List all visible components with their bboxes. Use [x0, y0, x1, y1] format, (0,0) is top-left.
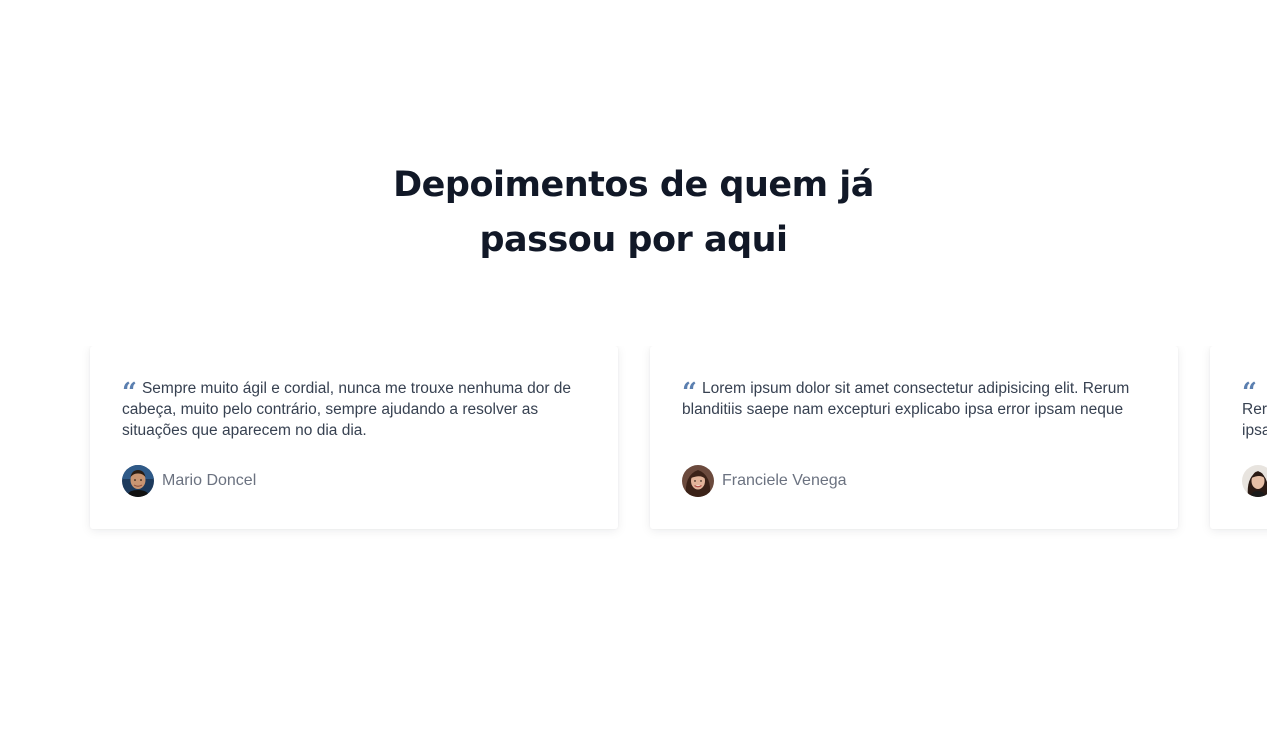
section-title-line-1: Depoimentos de quem já: [393, 165, 874, 205]
testimonial-card: “Sempre muito ágil e cordial, nunca me t…: [90, 346, 618, 529]
testimonial-text-line-2: ipsa: [1242, 422, 1267, 439]
section-title: Depoimentos de quem já passou por aqui: [0, 158, 1267, 268]
testimonial-text: Lorem ipsum dolor sit amet consectetur a…: [682, 380, 1130, 418]
avatar-woman-icon: [1242, 465, 1267, 497]
testimonial-author: Mario Doncel: [122, 465, 256, 497]
testimonial-card: “Lorem ipsum dolor sit amet consectetur …: [650, 346, 1178, 529]
testimonial-author: [1242, 465, 1267, 497]
section-title-line-2: passou por aqui: [479, 220, 788, 260]
testimonial-quote: “Sempre muito ágil e cordial, nunca me t…: [122, 378, 572, 441]
avatar-woman-icon: [682, 465, 714, 497]
quote-icon: “: [122, 378, 137, 408]
testimonial-text: Sempre muito ágil e cordial, nunca me tr…: [122, 380, 572, 439]
author-name: Mario Doncel: [162, 472, 257, 489]
testimonial-card: “Rer ipsa: [1210, 346, 1267, 529]
testimonials-page: Depoimentos de quem já passou por aqui “…: [0, 0, 1267, 738]
avatar: [682, 465, 714, 497]
testimonial-quote: “Lorem ipsum dolor sit amet consectetur …: [682, 378, 1132, 420]
quote-icon: “: [682, 378, 697, 408]
avatar-man-icon: [122, 465, 154, 497]
avatar: [122, 465, 154, 497]
testimonial-quote: “Rer ipsa: [1242, 378, 1267, 441]
quote-icon: “: [1242, 378, 1257, 408]
testimonial-author: Franciele Venega: [682, 465, 847, 497]
testimonial-text: Rer: [1242, 401, 1267, 418]
testimonials-carousel[interactable]: “Sempre muito ágil e cordial, nunca me t…: [0, 346, 1267, 546]
avatar: [1242, 465, 1267, 497]
author-name: Franciele Venega: [722, 472, 847, 489]
